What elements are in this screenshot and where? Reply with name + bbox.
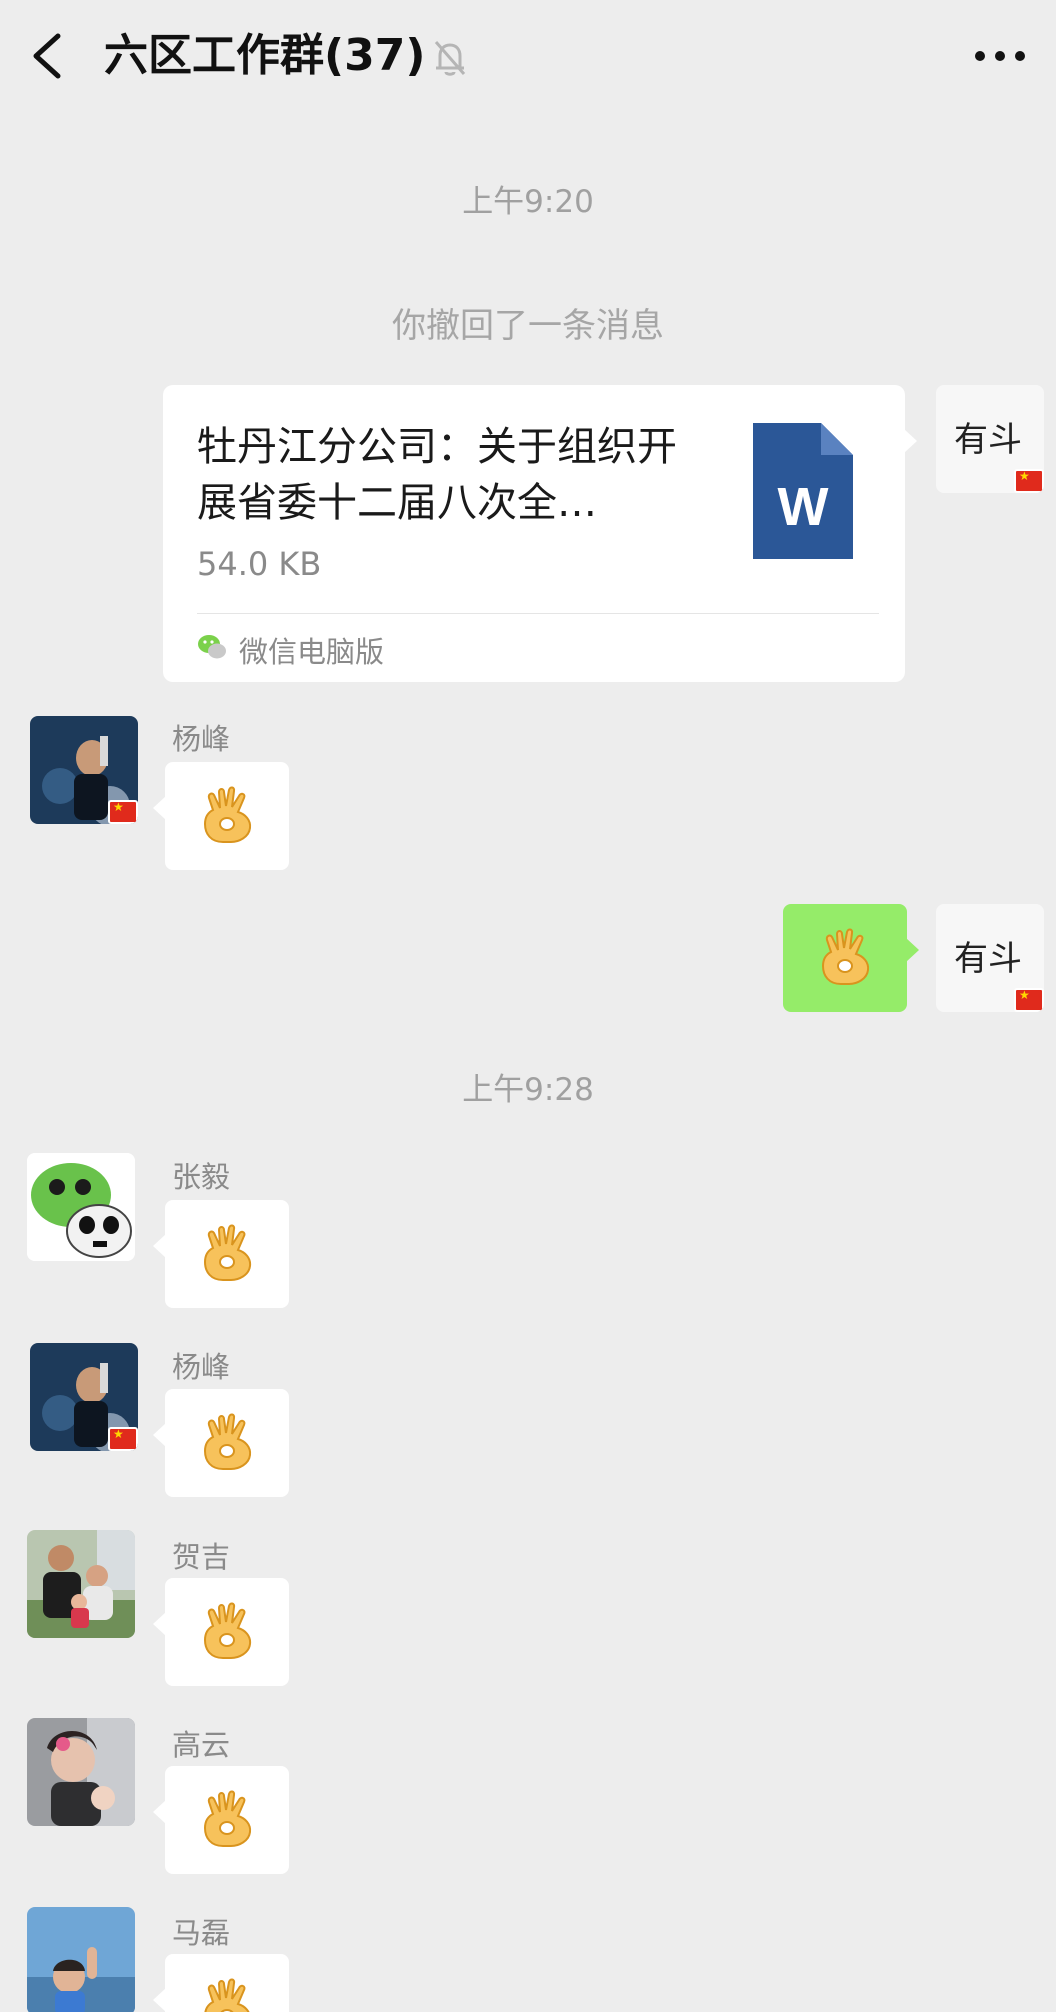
avatar-self[interactable]: 有斗 xyxy=(936,904,1044,1012)
back-button[interactable] xyxy=(24,28,72,84)
flag-badge xyxy=(108,800,138,824)
avatar-self-text: 有斗 xyxy=(954,420,1022,460)
ok-hand-emoji xyxy=(201,1790,255,1848)
avatar-zhangyi[interactable] xyxy=(27,1153,135,1261)
card-divider xyxy=(197,613,879,614)
ok-hand-emoji xyxy=(201,1602,255,1660)
avatar-self[interactable]: 有斗 xyxy=(936,385,1044,493)
ok-hand-emoji xyxy=(201,1978,255,2012)
sender-name: 张毅 xyxy=(172,1160,231,1194)
emoji-bubble[interactable] xyxy=(153,1766,289,1874)
word-file-letter: W xyxy=(778,477,829,537)
group-title: 六区工作群(37) xyxy=(104,30,426,81)
emoji-bubble[interactable] xyxy=(153,1389,289,1497)
emoji-bubble[interactable] xyxy=(153,1954,289,2012)
flag-badge xyxy=(1014,988,1044,1012)
timestamp: 上午9:28 xyxy=(462,1072,594,1108)
bell-off-icon xyxy=(432,38,468,78)
avatar-malei[interactable] xyxy=(27,1907,135,2012)
sender-name: 马磊 xyxy=(172,1916,231,1950)
chevron-left-icon xyxy=(33,33,61,79)
chat-header: 六区工作群(37) xyxy=(0,0,1056,112)
sender-name: 贺吉 xyxy=(172,1540,231,1574)
emoji-bubble[interactable] xyxy=(153,1578,289,1686)
ok-hand-emoji xyxy=(201,1413,255,1471)
ok-hand-emoji xyxy=(819,928,873,986)
wechat-icon xyxy=(197,633,227,661)
ok-hand-emoji xyxy=(201,1224,255,1282)
source-label: 微信电脑版 xyxy=(239,635,385,669)
ok-hand-emoji xyxy=(201,786,255,844)
more-dots-icon xyxy=(975,51,1025,61)
emoji-bubble-self[interactable] xyxy=(783,904,919,1012)
word-file-icon: W xyxy=(749,421,855,561)
avatar-gaoyun[interactable] xyxy=(27,1718,135,1826)
avatar-yangfeng[interactable] xyxy=(30,1343,138,1451)
file-message-bubble[interactable]: 牡丹江分公司：关于组织开展省委十二届八次全… 54.0 KB W 微信电脑版 xyxy=(163,385,917,682)
emoji-bubble[interactable] xyxy=(153,1200,289,1308)
sender-name: 高云 xyxy=(172,1728,231,1762)
emoji-bubble[interactable] xyxy=(153,762,289,870)
timestamp: 上午9:20 xyxy=(462,184,594,220)
sender-name: 杨峰 xyxy=(172,1350,231,1384)
file-title: 牡丹江分公司：关于组织开展省委十二届八次全… xyxy=(197,424,677,526)
sender-name: 杨峰 xyxy=(172,722,231,756)
flag-badge xyxy=(108,1427,138,1451)
recall-notice: 你撤回了一条消息 xyxy=(392,306,664,346)
avatar-self-text: 有斗 xyxy=(954,939,1022,979)
flag-badge xyxy=(1014,469,1044,493)
avatar-yangfeng[interactable] xyxy=(30,716,138,824)
file-size: 54.0 KB xyxy=(197,545,322,583)
avatar-heji[interactable] xyxy=(27,1530,135,1638)
more-button[interactable] xyxy=(970,30,1030,82)
